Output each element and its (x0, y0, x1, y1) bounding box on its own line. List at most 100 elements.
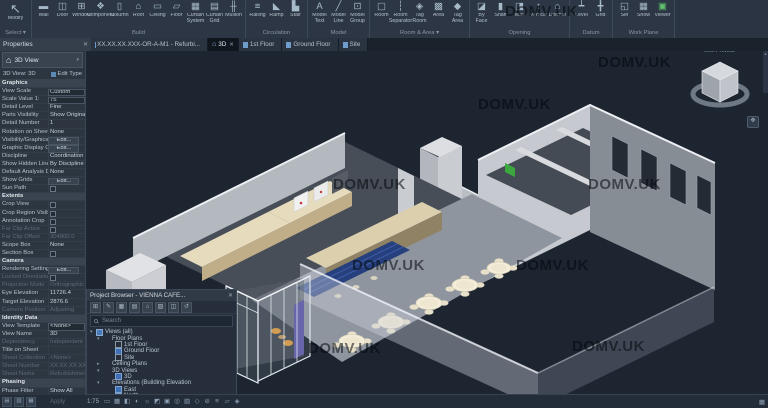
tree-expand-icon[interactable]: ▾ (97, 380, 103, 386)
wall-button[interactable]: ▬ Wall (34, 1, 53, 19)
view-control-icon[interactable]: ⊘ (203, 398, 211, 406)
property-value[interactable] (48, 201, 85, 208)
column-button[interactable]: ▯ Column (110, 1, 129, 19)
railing-button[interactable]: ≡ Railing (248, 1, 267, 19)
property-row[interactable]: Sun Path (0, 185, 85, 193)
property-row[interactable]: Extents (0, 193, 85, 201)
area-button[interactable]: ▩ Area (429, 1, 448, 19)
properties-palette-header[interactable]: Properties ✕ (0, 38, 91, 51)
property-row[interactable]: View Template <None> (0, 323, 85, 331)
property-row[interactable]: Eye Elevation 11726.4 (0, 290, 85, 298)
instance-label[interactable]: 3D View: 3D (3, 71, 36, 77)
floor-button[interactable]: ▱ Floor (167, 1, 186, 19)
property-value[interactable]: XX.XX.XX.XXX-OR-A... (48, 363, 85, 370)
property-value[interactable]: None (48, 169, 85, 176)
tag-area-button[interactable]: ◆ Tag Area (448, 1, 467, 24)
property-row[interactable]: Crop Region Visible (0, 210, 85, 218)
property-row[interactable]: Parts Visibility Show Original (0, 112, 85, 120)
property-row[interactable]: View Name 3D (0, 331, 85, 339)
view-control-icon[interactable]: ▭ (103, 398, 111, 406)
property-row[interactable]: Detail Level Fine (0, 104, 85, 112)
property-row[interactable]: Detail Number 1 (0, 120, 85, 128)
property-value[interactable]: Orthographic (48, 282, 85, 289)
property-row[interactable]: Sheet Name Refurbishment (0, 371, 85, 379)
edit-type-button[interactable]: Edit Type (51, 71, 82, 77)
property-value[interactable]: Refurbishment (48, 371, 85, 378)
panel-label-room-area[interactable]: Room & Area ▾ (372, 29, 467, 38)
door-button[interactable]: ◫ Door (53, 1, 72, 19)
browser-tool-icon[interactable]: ▧ (155, 302, 166, 313)
property-value[interactable] (48, 347, 85, 354)
property-row[interactable]: Identity Data (0, 315, 85, 323)
shaft-button[interactable]: ▮ Shaft (491, 1, 510, 19)
property-value[interactable]: Edit... (48, 178, 79, 186)
type-selector[interactable]: ⌂ 3D View ▾ (2, 52, 83, 68)
property-row[interactable]: Section Box (0, 250, 85, 258)
panel-label-select[interactable]: Select ▾ (2, 29, 29, 38)
tree-expand-icon[interactable]: ▾ (97, 368, 103, 374)
property-value[interactable]: Show All (48, 388, 85, 395)
room-separator-button[interactable]: ┆ Room Separator (391, 1, 410, 24)
property-value[interactable]: Coordination (48, 153, 85, 160)
property-row[interactable]: Projection Mode Orthographic (0, 282, 85, 290)
property-value[interactable]: 11726.4 (48, 290, 85, 297)
property-value[interactable] (48, 185, 85, 192)
property-row[interactable]: Show Hidden Lines By Discipline (0, 161, 85, 169)
property-row[interactable]: Rotation on Sheet None (0, 129, 85, 137)
view-control-icon[interactable]: ▦ (113, 398, 121, 406)
property-row[interactable]: Show Grids Edit... (0, 177, 85, 185)
property-row[interactable]: Scale Value 1: 75 (0, 96, 85, 104)
property-row[interactable]: Annotation Crop (0, 218, 85, 226)
mullion-button[interactable]: ╫ Mullion (224, 1, 243, 19)
browser-tool-icon[interactable]: ↺ (181, 302, 192, 313)
property-value[interactable]: Custom (48, 89, 85, 97)
property-value[interactable] (48, 218, 85, 225)
property-row[interactable]: Locked Orientation (0, 274, 85, 282)
property-row[interactable]: Far Clip Offset 304800.0 (0, 234, 85, 242)
browser-tool-icon[interactable]: ⊞ (90, 302, 101, 313)
property-row[interactable]: Title on Sheet (0, 347, 85, 355)
view-control-icon[interactable]: ▣ (163, 398, 171, 406)
view-control-icon[interactable]: ◩ (153, 398, 161, 406)
roof-button[interactable]: ⌂ Roof (129, 1, 148, 19)
property-row[interactable]: Graphics (0, 80, 85, 88)
property-row[interactable]: Default Analysis Dis... None (0, 169, 85, 177)
property-row[interactable]: Phase Filter Show All (0, 388, 85, 395)
property-value[interactable]: <None> (48, 323, 85, 331)
view-tab[interactable]: Site (339, 38, 369, 51)
browser-tool-icon[interactable]: ▦ (116, 302, 127, 313)
view-control-icon[interactable]: ≡ (213, 398, 221, 406)
property-row[interactable]: Discipline Coordination (0, 153, 85, 161)
view-control-icon[interactable]: ◎ (173, 398, 181, 406)
browser-tool-icon[interactable]: ✎ (103, 302, 114, 313)
selection-filter-icon[interactable]: ▦ (759, 398, 765, 406)
property-value[interactable] (48, 226, 85, 233)
search-input[interactable]: Search (90, 315, 233, 327)
view-control-icon[interactable]: ▱ (223, 398, 231, 406)
property-value[interactable] (48, 274, 85, 281)
property-value[interactable]: Fine (48, 104, 85, 111)
project-browser-header[interactable]: Project Browser - VIENNA CAFE... ✕ (87, 290, 236, 301)
property-value[interactable]: <None> (48, 355, 85, 362)
apply-button[interactable]: Apply (50, 399, 65, 405)
tree-expand-icon[interactable]: ▸ (97, 361, 103, 367)
ceiling-button[interactable]: ▭ Ceiling (148, 1, 167, 19)
property-value[interactable]: 2876.6 (48, 299, 85, 306)
property-value[interactable] (48, 250, 85, 257)
palette-toggle-icon[interactable]: ▤ (2, 397, 12, 407)
close-icon[interactable]: ✕ (229, 42, 234, 48)
property-value[interactable]: 304800.0 (48, 234, 85, 241)
close-icon[interactable]: ✕ (83, 41, 88, 48)
browser-tool-icon[interactable]: ◫ (168, 302, 179, 313)
view-tab[interactable]: ⌂ 3D ✕ (208, 38, 239, 51)
property-value[interactable] (48, 210, 85, 217)
browser-tool-icon[interactable]: ▤ (129, 302, 140, 313)
property-value[interactable]: Edit... (48, 137, 79, 145)
palette-toggle-icon[interactable]: ▥ (14, 397, 24, 407)
property-row[interactable]: Scope Box None (0, 242, 85, 250)
property-row[interactable]: Sheet Collection <None> (0, 355, 85, 363)
set-work-plane-button[interactable]: ◱ Set (615, 1, 634, 19)
property-value[interactable]: 1 (48, 120, 85, 127)
property-value[interactable]: Independent (48, 339, 85, 346)
property-row[interactable]: View Scale Custom (0, 88, 85, 96)
